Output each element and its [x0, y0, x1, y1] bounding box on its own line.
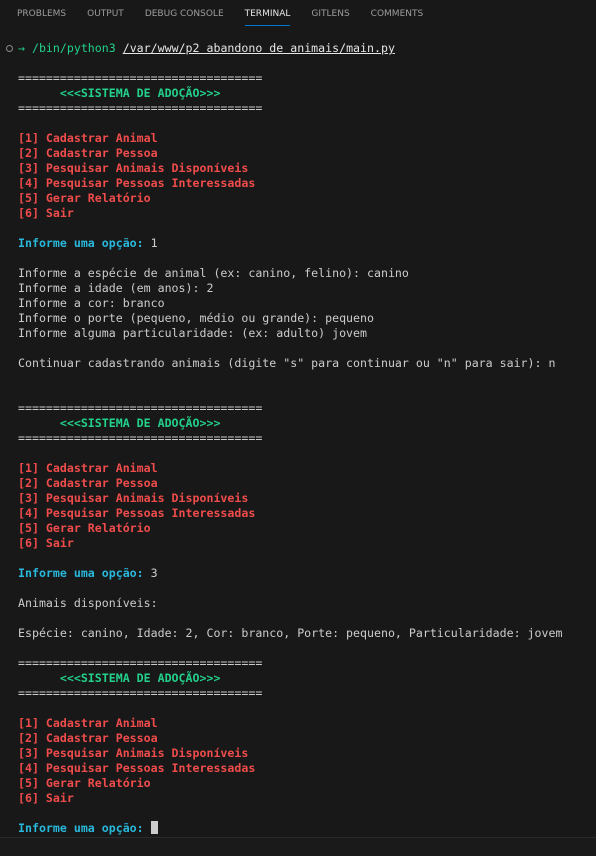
separator-line: =================================== [18, 401, 263, 415]
system-title: <<<SISTEMA DE ADOÇÃO>>> [18, 671, 221, 685]
system-title: <<<SISTEMA DE ADOÇÃO>>> [18, 86, 221, 100]
option-prompt-line: Informe uma opção: 3 [18, 566, 158, 581]
separator-line: =================================== [18, 686, 263, 700]
output-line: Informe a idade (em anos): 2 [18, 281, 214, 295]
tab-debug-console[interactable]: Debug Console [145, 0, 224, 28]
separator-line: =================================== [18, 431, 263, 445]
menu-option: [5] Gerar Relatório [18, 521, 151, 535]
menu-option: [5] Gerar Relatório [18, 191, 151, 205]
output-line: Informe o porte (pequeno, médio ou grand… [18, 311, 374, 325]
output-line: Continuar cadastrando animais (digite "s… [18, 356, 556, 370]
option-value [144, 821, 151, 835]
script-path-link[interactable]: /var/www/p2 abandono de animais/main.py [123, 41, 395, 55]
menu-option: [3] Pesquisar Animais Disponíveis [18, 746, 249, 760]
system-title: <<<SISTEMA DE ADOÇÃO>>> [18, 416, 221, 430]
tab-output[interactable]: Output [87, 0, 124, 28]
menu-option: [6] Sair [18, 206, 74, 220]
menu-option: [4] Pesquisar Pessoas Interessadas [18, 761, 256, 775]
output-line: Informe a espécie de animal (ex: canino,… [18, 266, 409, 280]
option-prompt: Informe uma opção: [18, 236, 144, 250]
option-prompt-line: Informe uma opção: 1 [18, 236, 158, 251]
menu-option: [1] Cadastrar Animal [18, 131, 158, 145]
output-line: Animais disponíveis: [18, 596, 158, 610]
menu-option: [2] Cadastrar Pessoa [18, 146, 158, 160]
terminal-cursor[interactable] [150, 821, 158, 834]
command-status-icon[interactable] [6, 45, 13, 52]
menu-option: [6] Sair [18, 536, 74, 550]
option-prompt-line: Informe uma opção: [18, 821, 158, 836]
option-value: 3 [143, 566, 158, 580]
separator-line: =================================== [18, 656, 263, 670]
menu-option: [5] Gerar Relatório [18, 776, 151, 790]
menu-option: [3] Pesquisar Animais Disponíveis [18, 161, 249, 175]
separator-line: =================================== [18, 71, 263, 85]
menu-option: [1] Cadastrar Animal [18, 716, 158, 730]
panel-tabs: Problems Output Debug Console Terminal G… [0, 0, 596, 28]
menu-option: [6] Sair [18, 791, 74, 805]
command: /bin/python3 [31, 41, 116, 55]
menu-option: [2] Cadastrar Pessoa [18, 731, 158, 745]
terminal-output[interactable]: → /bin/python3 /var/www/p2 abandono de a… [0, 41, 596, 838]
menu-option: [4] Pesquisar Pessoas Interessadas [18, 506, 256, 520]
option-prompt: Informe uma opção: [18, 566, 144, 580]
bottom-area [0, 838, 596, 856]
menu-option: [1] Cadastrar Animal [18, 461, 158, 475]
tab-comments[interactable]: Comments [371, 0, 424, 28]
menu-option: [4] Pesquisar Pessoas Interessadas [18, 176, 256, 190]
output-line: Espécie: canino, Idade: 2, Cor: branco, … [18, 626, 563, 640]
output-line: Informe a cor: branco [18, 296, 165, 310]
command-line: → /bin/python3 /var/www/p2 abandono de a… [18, 41, 395, 56]
option-value: 1 [143, 236, 158, 250]
menu-option: [2] Cadastrar Pessoa [18, 476, 158, 490]
tab-problems[interactable]: Problems [17, 0, 66, 28]
tab-gitlens[interactable]: GitLens [311, 0, 349, 28]
prompt-arrow-icon: → [18, 41, 25, 55]
output-line: Informe alguma particularidade: (ex: adu… [18, 326, 368, 340]
separator-line: =================================== [18, 101, 263, 115]
tab-terminal[interactable]: Terminal [244, 0, 290, 28]
option-prompt: Informe uma opção: [18, 821, 144, 835]
menu-option: [3] Pesquisar Animais Disponíveis [18, 491, 249, 505]
